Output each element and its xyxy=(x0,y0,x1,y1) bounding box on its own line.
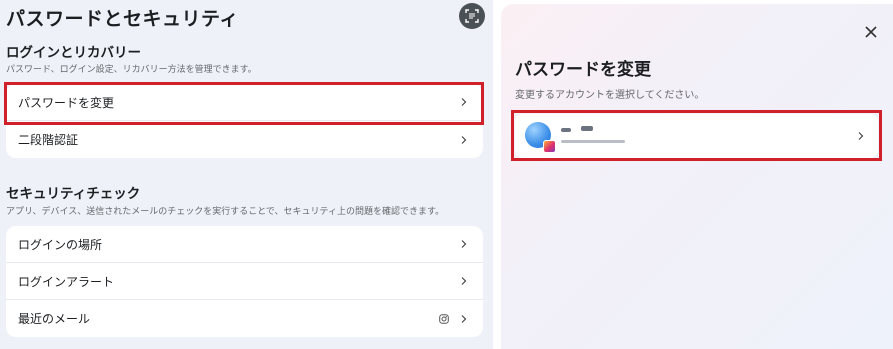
recent-emails-label: 最近のメール xyxy=(18,312,91,326)
highlight-box xyxy=(511,110,882,161)
chevron-right-icon xyxy=(461,240,467,248)
chevron-right-icon xyxy=(461,314,467,323)
close-icon[interactable] xyxy=(863,24,879,40)
scan-text-button[interactable] xyxy=(459,3,485,29)
page-title: パスワードとセキュリティ xyxy=(6,8,239,30)
instagram-icon xyxy=(439,313,449,324)
scan-text-icon xyxy=(465,9,479,23)
security-check-card: ログインの場所 ログインアラート 最近のメール xyxy=(6,226,483,337)
modal-title: パスワードを変更 xyxy=(515,60,651,80)
modal-description: 変更するアカウントを選択してください。 xyxy=(515,90,705,101)
highlight-box xyxy=(4,82,484,125)
two-factor-label: 二段階認証 xyxy=(18,133,79,147)
login-locations-item[interactable]: ログインの場所 xyxy=(6,226,483,263)
settings-panel: パスワードとセキュリティ ログインとリカバリー パスワード、ログイン設定、リカバ… xyxy=(0,0,493,349)
change-password-modal: パスワードを変更 変更するアカウントを選択してください。 xyxy=(501,4,893,349)
recent-emails-item[interactable]: 最近のメール xyxy=(6,300,483,337)
login-alerts-item[interactable]: ログインアラート xyxy=(6,263,483,300)
login-alerts-label: ログインアラート xyxy=(18,274,115,289)
security-check-heading: セキュリティチェック xyxy=(6,186,141,202)
two-factor-item[interactable]: 二段階認証 xyxy=(6,121,483,158)
chevron-right-icon xyxy=(461,277,467,285)
security-check-description: アプリ、デバイス、送信されたメールのチェックを実行することで、セキュリティ上の問… xyxy=(6,207,445,217)
chevron-right-icon xyxy=(461,135,467,144)
login-recovery-description: パスワード、ログイン設定、リカバリー方法を管理できます。 xyxy=(6,65,257,75)
login-locations-label: ログインの場所 xyxy=(18,237,103,252)
login-recovery-heading: ログインとリカバリー xyxy=(6,45,141,61)
